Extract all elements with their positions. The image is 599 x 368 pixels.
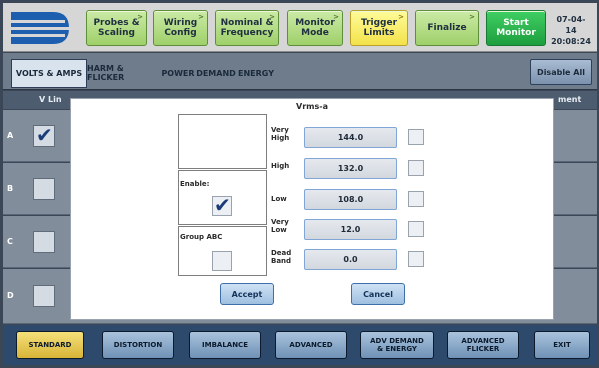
high-checkbox[interactable]	[408, 160, 424, 176]
nav-standard[interactable]: STANDARD	[16, 331, 84, 359]
dead-band-value[interactable]: 0.0	[304, 249, 397, 270]
trigger-limit-dialog: Vrms-a Enable: Group ABC Very High 144.0…	[70, 98, 554, 320]
start-monitor-button[interactable]: Start Monitor	[486, 10, 546, 46]
column-header-v-line: V Lin	[39, 95, 62, 104]
wizard-step-nominal-frequency[interactable]: Nominal & Frequency >	[215, 10, 279, 46]
bottom-nav: STANDARD DISTORTION IMBALANCE ADVANCED A…	[3, 325, 597, 365]
nav-distortion[interactable]: DISTORTION	[102, 331, 174, 359]
wizard-step-label: Probes & Scaling	[93, 18, 140, 38]
blank-panel	[178, 114, 267, 169]
next-arrow-icon: >	[137, 13, 143, 21]
wizard-step-label: Finalize	[427, 23, 467, 33]
very-low-label: Very Low	[271, 218, 289, 234]
low-checkbox[interactable]	[408, 191, 424, 207]
low-value[interactable]: 108.0	[304, 189, 397, 210]
enable-panel: Enable:	[178, 170, 267, 225]
wizard-step-label: Trigger Limits	[360, 18, 398, 38]
wizard-step-label: Start Monitor	[496, 18, 536, 38]
row-label: D	[7, 291, 14, 300]
next-arrow-icon: >	[333, 13, 339, 21]
wizard-step-label: Wiring Config	[163, 18, 198, 38]
tab-energy[interactable]: ENERGY	[236, 61, 276, 85]
nav-imbalance[interactable]: IMBALANCE	[189, 331, 261, 359]
nav-advanced-flicker[interactable]: ADVANCED FLICKER	[447, 331, 519, 359]
wizard-step-monitor-mode[interactable]: Monitor Mode >	[287, 10, 343, 46]
next-arrow-icon: >	[398, 13, 404, 21]
disable-all-button[interactable]: Disable All	[530, 59, 592, 85]
wizard-step-wiring-config[interactable]: Wiring Config >	[153, 10, 208, 46]
group-abc-checkbox[interactable]	[212, 251, 232, 271]
high-value[interactable]: 132.0	[304, 158, 397, 179]
group-abc-label: Group ABC	[180, 233, 223, 241]
row-d-checkbox[interactable]	[33, 285, 55, 307]
row-label: A	[7, 131, 14, 140]
tab-harm-flicker[interactable]: HARM & FLICKER	[87, 61, 160, 85]
row-c-checkbox[interactable]	[33, 231, 55, 253]
next-arrow-icon: >	[198, 13, 204, 21]
wizard-step-finalize[interactable]: Finalize >	[415, 10, 479, 46]
tab-volts-amps[interactable]: VOLTS & AMPS	[11, 59, 87, 88]
enable-label: Enable:	[180, 180, 210, 188]
next-arrow-icon: >	[469, 13, 475, 21]
parameter-tab-bar: VOLTS & AMPS HARM & FLICKER POWER DEMAND…	[3, 53, 597, 90]
tab-power[interactable]: POWER	[160, 61, 196, 85]
tab-demand[interactable]: DEMAND	[196, 61, 236, 85]
very-low-checkbox[interactable]	[408, 221, 424, 237]
enable-checkbox[interactable]	[212, 193, 232, 217]
nav-advanced[interactable]: ADVANCED	[275, 331, 347, 359]
wizard-step-probes-scaling[interactable]: Probes & Scaling >	[86, 10, 147, 46]
dead-band-label: Dead Band	[271, 249, 292, 265]
dialog-title: Vrms-a	[296, 102, 328, 111]
date-text: 07-04-14	[556, 15, 586, 35]
nav-adv-demand-energy[interactable]: ADV DEMAND & ENERGY	[360, 331, 434, 359]
accept-button[interactable]: Accept	[220, 283, 274, 305]
very-low-value[interactable]: 12.0	[304, 219, 397, 240]
dead-band-checkbox[interactable]	[408, 251, 424, 267]
wizard-step-trigger-limits[interactable]: Trigger Limits >	[350, 10, 408, 46]
very-high-value[interactable]: 144.0	[304, 127, 397, 148]
wizard-bar: Probes & Scaling > Wiring Config > Nominal…	[3, 3, 597, 52]
group-panel: Group ABC	[178, 226, 267, 276]
very-high-label: Very High	[271, 126, 290, 142]
row-a-checkbox[interactable]	[33, 123, 55, 147]
wizard-step-label: Nominal & Frequency	[220, 18, 274, 38]
low-label: Low	[271, 195, 287, 203]
nav-exit[interactable]: EXIT	[534, 331, 590, 359]
very-high-checkbox[interactable]	[408, 129, 424, 145]
row-b-checkbox[interactable]	[33, 178, 55, 200]
wizard-step-label: Monitor Mode	[295, 18, 335, 38]
logo-icon	[11, 12, 69, 44]
datetime-display: 07-04-14 20:08:24	[551, 14, 591, 47]
time-text: 20:08:24	[551, 37, 591, 46]
next-arrow-icon: >	[269, 13, 275, 21]
row-label: C	[7, 237, 13, 246]
row-label: B	[7, 184, 14, 193]
app-window: Probes & Scaling > Wiring Config > Nominal…	[0, 0, 599, 368]
high-label: High	[271, 162, 290, 170]
cancel-button[interactable]: Cancel	[351, 283, 405, 305]
column-header-right: ment	[558, 95, 582, 104]
